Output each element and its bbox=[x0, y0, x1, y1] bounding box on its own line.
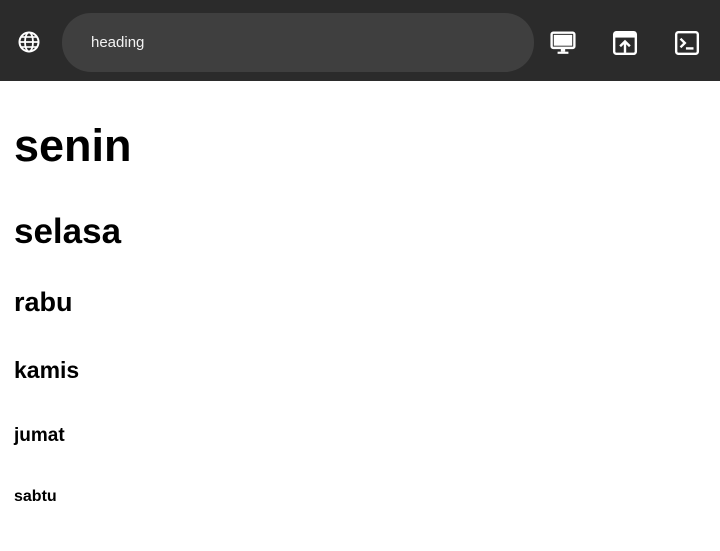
heading-1: senin bbox=[14, 120, 132, 171]
browser-toolbar: heading bbox=[0, 0, 720, 81]
page-content: senin selasa rabu kamis jumat sabtu bbox=[0, 81, 720, 551]
heading-4: kamis bbox=[14, 357, 80, 383]
open-in-new-icon[interactable] bbox=[612, 30, 638, 56]
url-bar[interactable]: heading bbox=[62, 13, 534, 72]
heading-2: selasa bbox=[14, 212, 122, 251]
globe-icon[interactable] bbox=[17, 30, 41, 54]
heading-5: jumat bbox=[14, 425, 65, 446]
desktop-icon[interactable] bbox=[550, 30, 576, 56]
terminal-icon[interactable] bbox=[674, 30, 700, 56]
heading-3: rabu bbox=[14, 287, 73, 317]
heading-6: sabtu bbox=[14, 488, 57, 505]
url-text[interactable]: heading bbox=[91, 34, 144, 51]
